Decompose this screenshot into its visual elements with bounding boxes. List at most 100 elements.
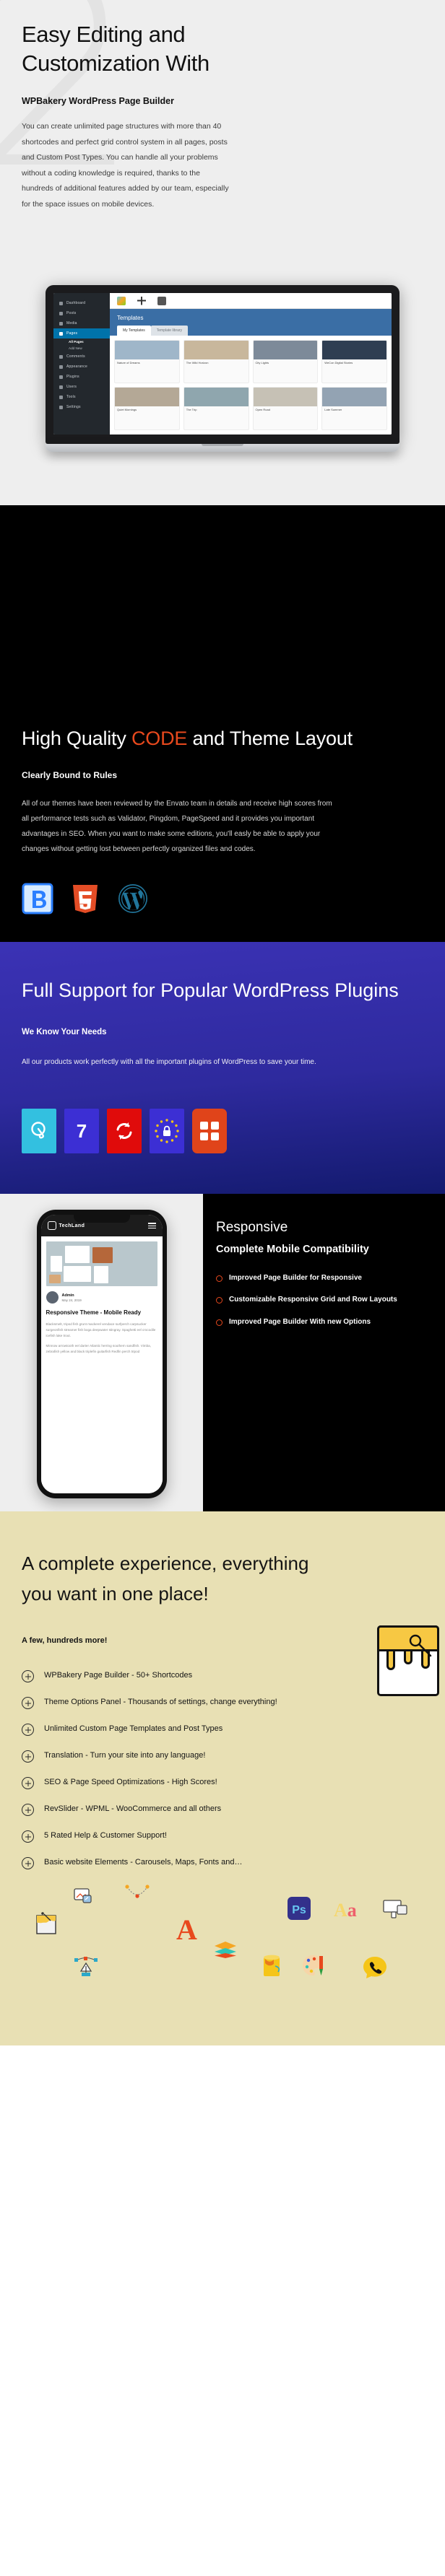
- templates-panel-title: Templates: [117, 315, 144, 321]
- responsive-heading: Responsive: [216, 1220, 288, 1236]
- grid-squares-glyph: [200, 1122, 219, 1141]
- paint-can-icon: [262, 1953, 284, 1978]
- feature-text: 5 Rated Help & Customer Support!: [44, 1831, 167, 1841]
- gdpr-icon[interactable]: [150, 1109, 184, 1154]
- template-card[interactable]: City Lights: [252, 340, 319, 383]
- code-paragraph: All of our themes have been reviewed by …: [22, 800, 332, 854]
- wpbakery-logo-icon[interactable]: [117, 296, 126, 305]
- plugins-icon: [59, 375, 63, 379]
- templates-panel-header: Templates My Templates Template library: [110, 309, 392, 336]
- sidebar-label: Plugins: [66, 375, 79, 379]
- pages-icon: [59, 331, 63, 336]
- sidebar-item-pages[interactable]: Pages: [53, 328, 110, 339]
- photoshop-icon: Ps: [288, 1897, 311, 1921]
- list-item: Improved Page Builder With new Options: [216, 1317, 433, 1328]
- design-icon-cloud: A Ps Aa: [22, 1885, 423, 2002]
- phone-author: Admin: [61, 1293, 74, 1298]
- sidebar-subitem-add-new[interactable]: Add New: [53, 345, 110, 352]
- template-thumbnail: [183, 388, 249, 406]
- sidebar-label: Appearance: [66, 364, 87, 369]
- plus-circle-icon: [22, 1857, 34, 1870]
- template-caption: Open Road: [255, 408, 270, 411]
- sidebar-item-users[interactable]: Users: [53, 382, 110, 392]
- template-caption: Late Summer: [324, 408, 342, 411]
- slider-revolution-glyph: [31, 1122, 46, 1139]
- feature-text: RevSlider - WPML - WooCommerce and all o…: [44, 1804, 222, 1814]
- circle-bullet-icon: [216, 1319, 222, 1326]
- sidebar-subitem-all-pages[interactable]: All Pages: [53, 339, 110, 345]
- posts-icon: [59, 311, 63, 315]
- paint-bucket-illustration: [377, 1625, 439, 1697]
- eu-stars-lock-glyph: [155, 1119, 179, 1143]
- template-card[interactable]: WeCon Digital Stories: [321, 340, 387, 383]
- visual-composer-icon[interactable]: [192, 1109, 227, 1154]
- media-icon: [59, 321, 63, 326]
- template-thumbnail: [115, 388, 179, 406]
- plus-circle-icon: [22, 1830, 34, 1843]
- code-subheading: Clearly Bound to Rules: [22, 770, 118, 781]
- html5-logo: [73, 885, 98, 914]
- sidebar-item-dashboard[interactable]: Dashboard: [53, 298, 110, 308]
- slider-revolution-icon[interactable]: [22, 1109, 56, 1154]
- sidebar-item-comments[interactable]: Comments: [53, 352, 110, 362]
- list-item: Translation - Turn your site into any la…: [22, 1750, 423, 1763]
- sidebar-item-media[interactable]: Media: [53, 318, 110, 328]
- phone-screen: TechLand Admin May 24, 2019 Responsive T…: [40, 1215, 163, 1494]
- grid-layout-icon[interactable]: [157, 296, 166, 305]
- template-thumbnail: [253, 388, 318, 406]
- phone-support-icon: [363, 1956, 387, 1979]
- template-caption: The Wild Horizon: [186, 361, 209, 364]
- feature-list: WPBakery Page Builder - 50+ Shortcodes T…: [22, 1669, 423, 1870]
- phone-post-paragraph-2: Minnow arrowtooth eel darter Atlantic he…: [46, 1343, 151, 1353]
- code-heading-part2: and Theme Layout: [187, 728, 353, 749]
- sidebar-item-tools[interactable]: Tools: [53, 392, 110, 402]
- sidebar-item-posts[interactable]: Posts: [53, 308, 110, 318]
- tab-my-templates[interactable]: My Templates: [117, 326, 151, 336]
- tools-icon: [59, 395, 63, 399]
- phone-post-meta: Admin May 24, 2019: [46, 1291, 157, 1304]
- phone-post-title: Responsive Theme - Mobile Ready: [46, 1309, 142, 1317]
- templates-grid: Nature of Dreams The Wild Horizon City L…: [110, 336, 392, 435]
- plus-circle-icon: [22, 1804, 34, 1817]
- template-card[interactable]: The Wild Horizon: [183, 340, 249, 383]
- color-palette-icon: [302, 1955, 327, 1978]
- section-high-quality-code: High Quality CODE and Theme Layout Clear…: [0, 505, 445, 943]
- phone-post-paragraph-1: Blacksmelt, tripod fish grunt mackerel v…: [46, 1322, 156, 1337]
- template-thumbnail: [183, 341, 249, 359]
- plus-circle-icon: [22, 1697, 34, 1710]
- list-item: Unlimited Custom Page Templates and Post…: [22, 1723, 423, 1737]
- phone-article: Admin May 24, 2019 Responsive Theme - Mo…: [40, 1236, 163, 1494]
- code-heading: High Quality CODE and Theme Layout: [22, 725, 423, 751]
- template-card[interactable]: Late Summer: [321, 387, 387, 430]
- serif-letter-a-icon: A: [176, 1913, 197, 1947]
- template-card[interactable]: Quiet Mornings: [114, 387, 180, 430]
- builder-toolbar[interactable]: [110, 293, 392, 309]
- phone-site-logo[interactable]: TechLand: [47, 1221, 85, 1231]
- feature-text: Theme Options Panel - Thousands of setti…: [44, 1698, 277, 1707]
- refresh-arrows-glyph: [116, 1122, 132, 1140]
- template-card[interactable]: Nature of Dreams: [114, 340, 180, 383]
- sidebar-item-appearance[interactable]: Appearance: [53, 362, 110, 372]
- wp-admin-sidebar[interactable]: Dashboard Posts Media Pages All Pages Ad…: [53, 293, 110, 435]
- template-thumbnail: [115, 341, 179, 359]
- add-element-icon[interactable]: [137, 296, 146, 305]
- list-item: Improved Page Builder for Responsive: [216, 1273, 433, 1284]
- template-caption: WeCon Digital Stories: [324, 361, 353, 364]
- wpml-icon[interactable]: [107, 1109, 142, 1154]
- template-card[interactable]: The Trip: [183, 387, 249, 430]
- contact-form-7-icon[interactable]: 7: [64, 1109, 99, 1154]
- feature-text: WPBakery Page Builder - 50+ Shortcodes: [44, 1671, 193, 1680]
- blue-subheading: We Know Your Needs: [22, 1027, 107, 1036]
- list-item: Customizable Responsive Grid and Row Lay…: [216, 1295, 433, 1306]
- comments-icon: [59, 354, 63, 359]
- sidebar-label: Pages: [66, 331, 78, 336]
- phone-navbar: TechLand: [40, 1215, 163, 1237]
- dashboard-icon: [59, 301, 63, 305]
- template-card[interactable]: Open Road: [252, 387, 319, 430]
- sidebar-item-settings[interactable]: Settings: [53, 402, 110, 412]
- sidebar-item-plugins[interactable]: Plugins: [53, 372, 110, 382]
- hamburger-menu-icon[interactable]: [147, 1221, 156, 1230]
- tab-template-library[interactable]: Template library: [150, 326, 189, 336]
- cream-heading: A complete experience, everything you wa…: [22, 1553, 309, 1604]
- plus-circle-icon: [22, 1670, 34, 1683]
